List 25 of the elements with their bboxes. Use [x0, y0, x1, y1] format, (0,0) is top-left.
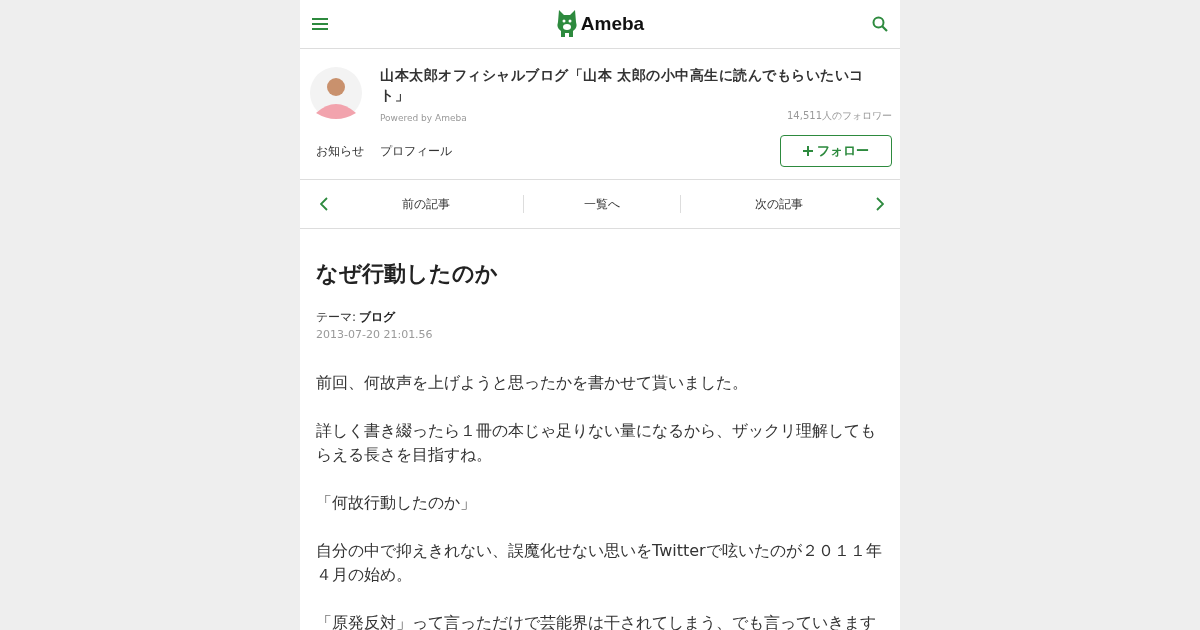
menu-icon[interactable]	[312, 18, 328, 30]
chevron-right-icon[interactable]	[876, 197, 884, 211]
article-list-link[interactable]: 一覧へ	[524, 195, 680, 213]
theme-label: テーマ:	[316, 309, 357, 326]
article-paragraph: 前回、何故声を上げようと思ったかを書かせて貰いました。	[316, 372, 749, 394]
article-title: なぜ行動したのか	[316, 260, 499, 288]
logo-text[interactable]: Ameba	[580, 13, 645, 35]
chevron-left-icon[interactable]	[320, 197, 328, 211]
follower-count: 14,511人のフォロワー	[787, 109, 892, 123]
theme-link[interactable]: ブログ	[359, 309, 396, 326]
article-date: 2013-07-20 21:01.56	[316, 328, 434, 341]
next-article-link[interactable]: 次の記事	[681, 195, 876, 213]
article-paragraph: 「何故行動したのか」	[316, 492, 477, 514]
blog-title[interactable]: 山本太郎オフィシャルブログ「山本 太郎の小中高生に読んでもらいたいコト」	[380, 65, 892, 105]
follow-button[interactable]: フォロー	[780, 135, 892, 167]
prev-article-link[interactable]: 前の記事	[328, 195, 523, 213]
powered-by: Powered by Ameba	[380, 113, 467, 123]
avatar[interactable]	[310, 67, 362, 119]
plus-icon	[803, 146, 813, 156]
blog-link[interactable]: プロフィール	[380, 142, 452, 160]
article-paragraph: 詳しく書き綴ったら１冊の本じゃ足りない量になるから、ザックリ理解してもらえる長さを目指すね。	[316, 420, 877, 466]
article-paragraph: 自分の中で抑えきれない、誤魔化せない思いをTwitterで呟いたのが２０１１年４月の始め。	[316, 540, 883, 586]
search-icon[interactable]	[872, 16, 888, 32]
blog-link[interactable]: お知らせ	[316, 142, 364, 160]
mascot-icon	[555, 10, 578, 38]
